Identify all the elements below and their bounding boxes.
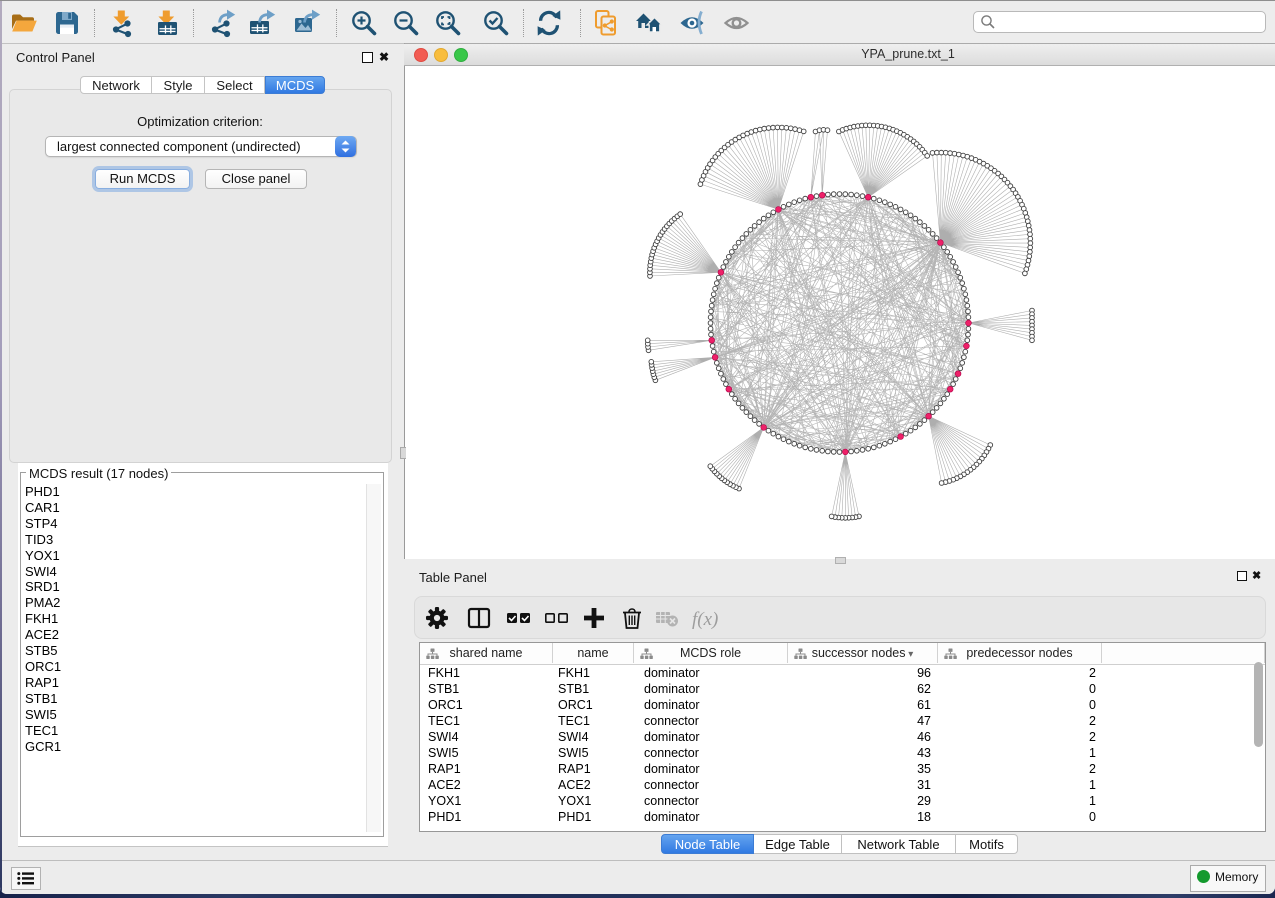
- svg-text:f(x): f(x): [692, 609, 718, 630]
